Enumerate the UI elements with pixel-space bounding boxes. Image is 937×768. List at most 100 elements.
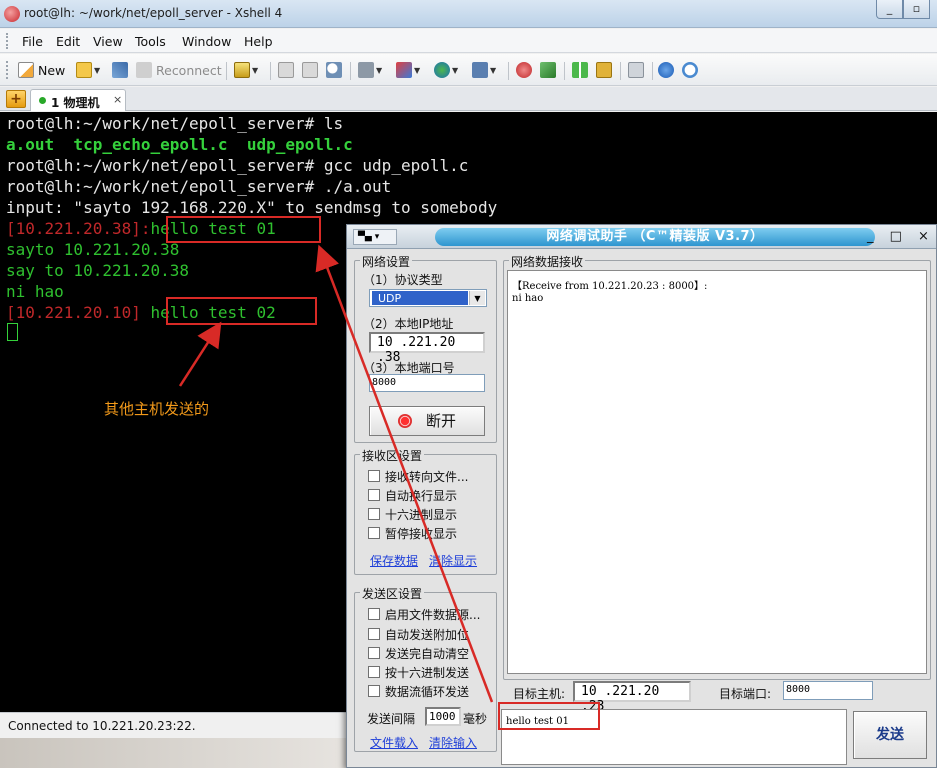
terminal-text: [10.221.20.38]:	[6, 219, 151, 238]
terminal-text: root@lh:~/work/net/epoll_server# gcc udp…	[6, 156, 469, 175]
auto-clear-label: 发送完自动清空	[385, 647, 470, 661]
lock-button[interactable]	[596, 61, 612, 79]
keyboard-button[interactable]	[628, 61, 644, 79]
net-settings-group: 网络设置 （1）协议类型 UDP ▼ （2）本地IP地址 10 .221.20 …	[354, 253, 497, 443]
chat-button[interactable]	[682, 61, 698, 79]
properties-button[interactable]: ▼	[234, 61, 258, 79]
transfer-button[interactable]: ▼	[396, 61, 420, 79]
interval-field[interactable]: 1000	[425, 707, 461, 726]
hex-display-label: 十六进制显示	[385, 508, 458, 522]
net-settings-title: 网络设置	[360, 253, 413, 270]
local-ip-field[interactable]: 10 .221.20 .38	[369, 332, 485, 365]
minimize-button[interactable]: _	[876, 0, 903, 19]
interval-unit: 毫秒	[463, 712, 488, 726]
font-button[interactable]: ▼	[472, 61, 496, 79]
encoding-button[interactable]: ▼	[434, 61, 458, 79]
auto-clear-checkbox[interactable]	[368, 647, 380, 659]
recv-data-area[interactable]: 【Receive from 10.221.20.23 : 8000】: ni h…	[507, 270, 927, 674]
search-icon	[326, 62, 342, 78]
menu-tools[interactable]: Tools	[135, 34, 166, 49]
tab-physical-machine[interactable]: 1 物理机 ×	[30, 89, 126, 111]
find-button[interactable]	[326, 61, 342, 79]
xftp-button[interactable]	[516, 61, 532, 79]
new-session-icon	[18, 62, 34, 78]
pause-display-checkbox[interactable]	[368, 527, 380, 539]
paste-button[interactable]	[302, 61, 318, 79]
terminal-line: root@lh:~/work/net/epoll_server# gcc udp…	[6, 156, 468, 176]
print-button[interactable]: ▼	[358, 61, 382, 79]
annotation-box-hello-01	[166, 216, 321, 243]
layout-button[interactable]	[572, 61, 588, 79]
menubar-grip-icon[interactable]	[6, 33, 9, 49]
system-menu-button[interactable]: ▀▄ ▾	[353, 229, 397, 245]
file-source-label: 启用文件数据源...	[385, 608, 481, 622]
terminal-cursor	[7, 323, 18, 341]
toolbar-separator	[508, 62, 509, 80]
local-port-field[interactable]: 8000	[369, 374, 485, 392]
chevron-down-icon: ▾	[374, 232, 380, 242]
clear-input-link[interactable]: 清除输入	[429, 734, 477, 751]
keyboard-icon	[628, 62, 644, 78]
terminal-line: sayto 10.221.20.38	[6, 240, 179, 260]
dropdown-arrow-icon: ▼	[252, 65, 259, 75]
assistant-window-buttons[interactable]: _ □ ×	[867, 229, 935, 244]
menu-window[interactable]: Window	[182, 34, 231, 49]
protocol-select[interactable]: UDP ▼	[369, 289, 487, 307]
title-bar[interactable]: root@lh: ~/work/net/epoll_server - Xshel…	[0, 0, 937, 28]
reconnect-button[interactable]: Reconnect	[136, 61, 222, 79]
help-button[interactable]	[658, 61, 674, 79]
target-host-field[interactable]: 10 .221.20 .23	[573, 681, 691, 714]
send-settings-group: 发送区设置 启用文件数据源... 自动发送附加位 发送完自动清空 按十六进制发送…	[354, 585, 497, 752]
assistant-title: 网络调试助手 （C™精装版 V3.7）	[435, 228, 875, 246]
protocol-label: （1）协议类型	[363, 273, 443, 287]
toolbar-separator	[270, 62, 271, 80]
toolbar-separator	[652, 62, 653, 80]
terminal-text: root@lh:~/work/net/epoll_server# ./a.out	[6, 177, 392, 196]
annotation-text: 其他主机发送的	[104, 400, 210, 418]
toolbar-grip-icon[interactable]	[6, 61, 9, 79]
recv-line: ni hao	[512, 293, 544, 304]
disconnect-button[interactable]: 断开	[369, 406, 485, 436]
annotation-box-send	[498, 702, 600, 730]
auto-wrap-checkbox[interactable]	[368, 489, 380, 501]
terminal-line: say to 10.221.20.38	[6, 261, 189, 281]
terminal-line: root@lh:~/work/net/epoll_server# ls	[6, 114, 343, 134]
terminal-text: input: "sayto 192.168.220.X" to sendmsg …	[6, 198, 498, 217]
terminal-text: [10.221.20.10]	[6, 303, 141, 322]
copy-button[interactable]	[278, 61, 294, 79]
save-data-link[interactable]: 保存数据	[370, 552, 418, 569]
target-port-field[interactable]: 8000	[783, 681, 873, 700]
menu-file[interactable]: File	[22, 34, 43, 49]
load-file-link[interactable]: 文件载入	[370, 734, 418, 751]
send-button[interactable]: 发送	[853, 711, 927, 759]
close-tab-icon[interactable]: ×	[113, 93, 122, 106]
recv-to-file-label: 接收转向文件...	[385, 470, 469, 484]
clear-display-link[interactable]: 清除显示	[429, 552, 477, 569]
terminal-line: input: "sayto 192.168.220.X" to sendmsg …	[6, 198, 497, 218]
assistant-title-bar[interactable]: ▀▄ ▾ 网络调试助手 （C™精装版 V3.7） _ □ ×	[347, 225, 936, 249]
menu-help[interactable]: Help	[244, 34, 273, 49]
loop-send-checkbox[interactable]	[368, 685, 380, 697]
recv-data-title: 网络数据接收	[509, 253, 586, 270]
new-session-button[interactable]: New	[18, 61, 65, 79]
hex-send-checkbox[interactable]	[368, 666, 380, 678]
window-title: root@lh: ~/work/net/epoll_server - Xshel…	[24, 6, 283, 20]
file-source-checkbox[interactable]	[368, 608, 380, 620]
menu-view[interactable]: View	[93, 34, 123, 49]
add-tab-button[interactable]: +	[6, 90, 26, 108]
local-port-value: 8000	[372, 377, 397, 388]
recv-to-file-checkbox[interactable]	[368, 470, 380, 482]
hex-display-checkbox[interactable]	[368, 508, 380, 520]
maximize-button[interactable]: ▫	[903, 0, 930, 19]
toolbar: New ▼ Reconnect ▼ ▼ ▼ ▼ ▼	[0, 54, 937, 86]
chat-bubble-icon	[682, 62, 698, 78]
xmanager-button[interactable]	[540, 61, 556, 79]
lock-icon	[596, 62, 612, 78]
open-folder-button[interactable]: ▼	[76, 61, 100, 79]
connect-button[interactable]	[112, 61, 128, 79]
target-port-label: 目标端口:	[719, 687, 772, 701]
menu-edit[interactable]: Edit	[56, 34, 80, 49]
auto-append-checkbox[interactable]	[368, 628, 380, 640]
interval-value: 1000	[429, 710, 456, 723]
folder-icon	[76, 62, 92, 78]
